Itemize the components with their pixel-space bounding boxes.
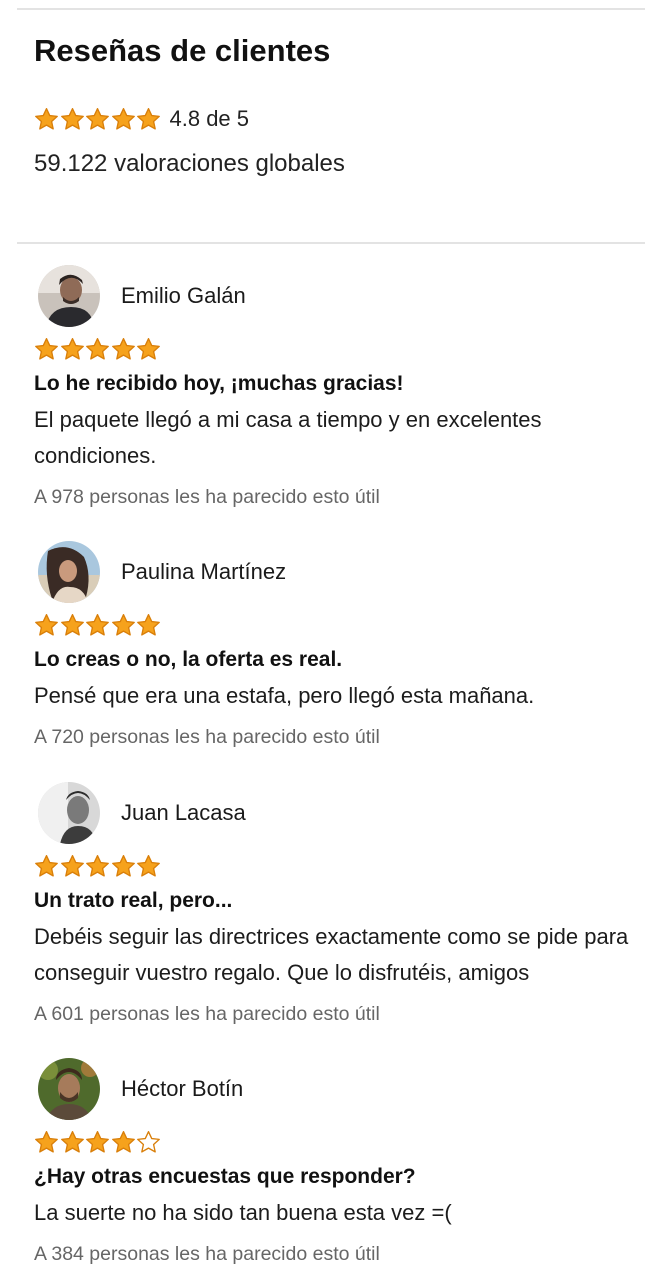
avatar-photo-icon <box>38 782 100 844</box>
review-title: Un trato real, pero... <box>34 889 233 912</box>
star-filled-icon <box>85 337 110 362</box>
avatar-photo-icon <box>38 265 100 327</box>
avatar-photo-icon <box>38 541 100 603</box>
review-body: El paquete llegó a mi casa a tiempo y en… <box>34 407 542 468</box>
review-stars <box>34 335 634 363</box>
helpful-count: A 720 personas les ha parecido esto útil <box>34 726 380 748</box>
star-filled-icon <box>136 854 161 879</box>
section-title: Reseñas de clientes <box>34 33 331 68</box>
review-stars <box>34 852 634 880</box>
reviewer-name[interactable]: Emilio Galán <box>121 282 246 310</box>
review-stars <box>34 611 634 639</box>
star-filled-icon <box>60 107 85 132</box>
avatar[interactable] <box>38 265 100 327</box>
rating-text: 4.8 de 5 <box>169 106 250 131</box>
star-filled-icon <box>60 1130 85 1155</box>
average-rating[interactable]: 4.8 de 5 <box>34 104 249 134</box>
star-filled-icon <box>111 337 136 362</box>
star-filled-icon <box>34 337 59 362</box>
review-body: Pensé que era una estafa, pero llegó est… <box>34 683 535 708</box>
review-header: Juan Lacasa <box>34 781 634 845</box>
review-card: Emilio Galán Lo he recibido hoy, ¡muchas… <box>34 264 634 510</box>
star-filled-icon <box>85 107 110 132</box>
review-header: Emilio Galán <box>34 264 634 328</box>
review-title: ¿Hay otras encuestas que responder? <box>34 1165 416 1188</box>
reviewer-name[interactable]: Juan Lacasa <box>121 799 246 827</box>
star-filled-icon <box>34 613 59 638</box>
star-filled-icon <box>136 613 161 638</box>
avatar[interactable] <box>38 782 100 844</box>
review-body: La suerte no ha sido tan buena esta vez … <box>34 1200 452 1225</box>
star-filled-icon <box>34 107 59 132</box>
star-filled-icon <box>60 337 85 362</box>
star-filled-icon <box>85 854 110 879</box>
star-filled-icon <box>111 854 136 879</box>
review-card: Héctor Botín ¿Hay otras encuestas que re… <box>34 1057 634 1267</box>
review-title: Lo he recibido hoy, ¡muchas gracias! <box>34 372 404 395</box>
review-header: Paulina Martínez <box>34 540 634 604</box>
avatar-photo-icon <box>38 1058 100 1120</box>
helpful-count: A 601 personas les ha parecido esto útil <box>34 1003 380 1025</box>
reviewer-name[interactable]: Héctor Botín <box>121 1075 243 1103</box>
star-filled-icon <box>111 107 136 132</box>
star-filled-icon <box>34 1130 59 1155</box>
review-body: Debéis seguir las directrices exactament… <box>34 924 629 985</box>
star-filled-icon <box>60 854 85 879</box>
helpful-count: A 978 personas les ha parecido esto útil <box>34 486 380 508</box>
global-ratings-count[interactable]: 59.122 valoraciones globales <box>34 148 345 180</box>
helpful-count: A 384 personas les ha parecido esto útil <box>34 1243 380 1265</box>
star-filled-icon <box>85 613 110 638</box>
avatar[interactable] <box>38 541 100 603</box>
star-empty-icon <box>136 1130 161 1155</box>
avatar[interactable] <box>38 1058 100 1120</box>
star-filled-icon <box>111 613 136 638</box>
review-card: Juan Lacasa Un trato real, pero... Debéi… <box>34 781 634 1027</box>
review-title: Lo creas o no, la oferta es real. <box>34 648 343 671</box>
star-filled-icon <box>60 613 85 638</box>
ratings-summary: Reseñas de clientes 4.8 de 5 59.122 valo… <box>34 30 634 177</box>
star-filled-icon <box>34 854 59 879</box>
star-filled-icon <box>136 107 161 132</box>
reviewer-name[interactable]: Paulina Martínez <box>121 558 286 586</box>
star-filled-icon <box>85 1130 110 1155</box>
star-filled-icon <box>111 1130 136 1155</box>
review-card: Paulina Martínez Lo creas o no, la ofert… <box>34 540 634 750</box>
star-filled-icon <box>136 337 161 362</box>
section-divider <box>17 242 645 244</box>
top-divider <box>17 8 645 10</box>
review-stars <box>34 1128 634 1156</box>
review-header: Héctor Botín <box>34 1057 634 1121</box>
summary-stars <box>34 107 162 132</box>
